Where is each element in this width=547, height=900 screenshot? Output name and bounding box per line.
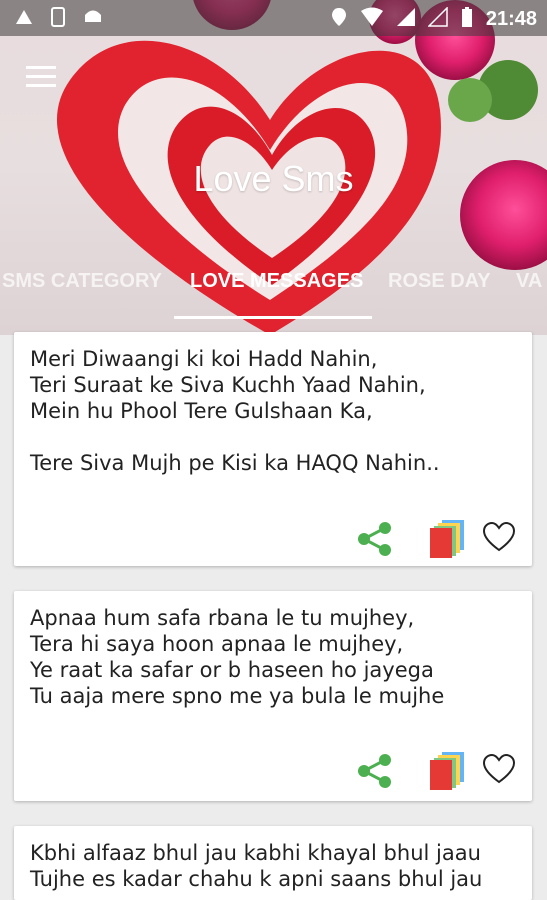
location-icon [330,6,348,32]
tab-valentine[interactable]: VA [516,270,542,293]
signal-icon [396,7,416,31]
tab-rose-day[interactable]: ROSE DAY [388,270,491,293]
phone-icon [48,6,68,32]
tab-sms-category[interactable]: SMS CATEGORY [2,270,162,293]
android-icon [82,6,104,32]
message-card: Kbhi alfaaz bhul jau kabhi khayal bhul j… [14,826,532,900]
copy-icon[interactable] [428,518,466,562]
share-icon[interactable] [356,520,394,562]
message-text: Meri Diwaangi ki koi Hadd Nahin, Teri Su… [30,347,440,475]
heart-outline-icon[interactable] [482,521,516,557]
tab-love-messages[interactable]: LOVE MESSAGES [190,270,363,293]
signal-empty-icon [427,6,448,31]
message-text: Kbhi alfaaz bhul jau kabhi khayal bhul j… [30,841,483,891]
wifi-icon [360,7,384,31]
message-card: Apnaa hum safa rbana le tu mujhey, Tera … [14,591,532,801]
tab-bar: SMS CATEGORY LOVE MESSAGES ROSE DAY VA [0,262,547,302]
tab-indicator [174,316,372,319]
message-text: Apnaa hum safa rbana le tu mujhey, Tera … [30,606,445,708]
app-title: Love Sms [193,158,354,199]
copy-icon[interactable] [428,750,466,794]
status-bar: 21:48 [0,0,547,36]
menu-icon[interactable] [26,66,56,90]
message-card: Meri Diwaangi ki koi Hadd Nahin, Teri Su… [14,332,532,566]
share-icon[interactable] [356,752,394,794]
notification-icon [14,6,34,32]
status-time: 21:48 [485,8,537,30]
heart-outline-icon[interactable] [482,753,516,789]
battery-icon [460,6,474,32]
